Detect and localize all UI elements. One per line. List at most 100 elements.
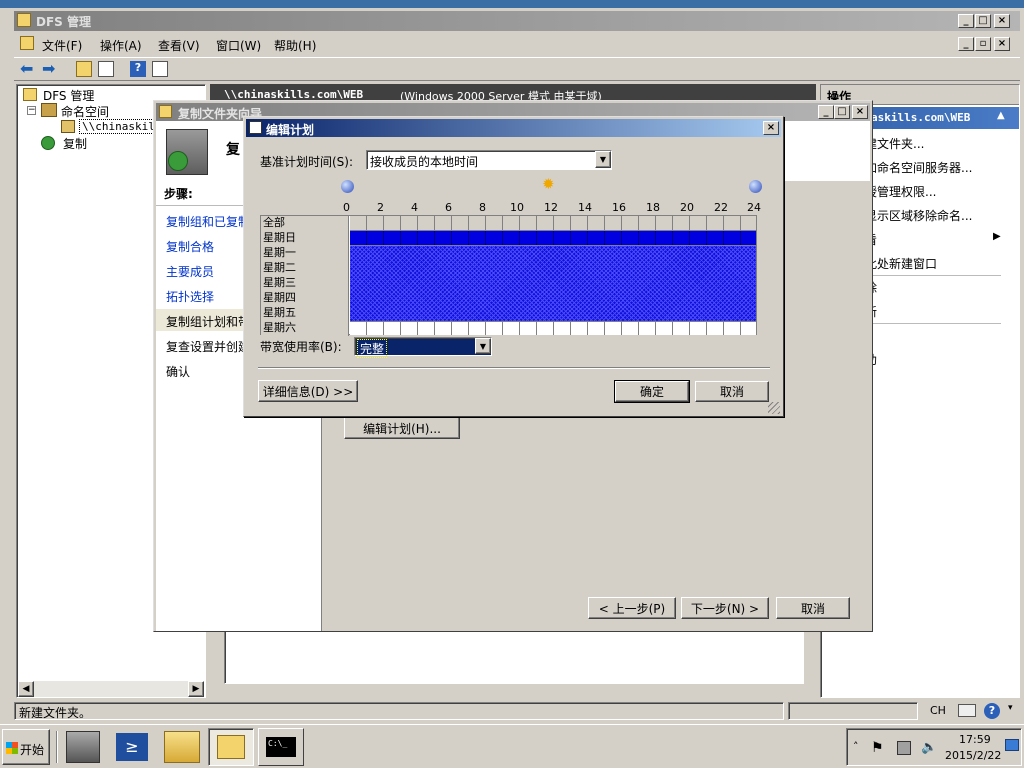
language-indicator[interactable]: CH [930,704,946,717]
wizard-cancel-button[interactable]: 取消 [776,597,850,619]
wizard-back-button[interactable]: < 上一步(P) [588,597,676,619]
end-moon-icon [749,180,762,193]
hour-labels: 0 2 4 6 8 10 12 14 16 18 20 22 24 [244,201,785,215]
hour-16: 16 [612,201,626,214]
ime-help-icon[interactable]: ? [984,703,1000,719]
child-minimize-button[interactable]: _ [958,37,974,51]
day-tuesday[interactable]: 星期二 [263,261,296,275]
resize-grip-icon[interactable] [768,402,780,414]
step-qualify[interactable]: 复制合格 [166,238,214,255]
tray-expand-icon[interactable]: ˄ [853,740,859,753]
collapse-toggle-icon[interactable]: − [27,106,36,115]
dfs-management-taskbar-button[interactable] [208,728,254,766]
schedule-close-button[interactable]: × [763,121,779,135]
step-replication-group[interactable]: 复制组和已复制 [166,213,250,230]
forward-arrow-icon[interactable]: ➡ [42,61,55,77]
powershell-icon[interactable]: ≥ [116,733,148,761]
action-remove-display[interactable]: 显示区域移除命名... [865,207,972,224]
schedule-ok-button[interactable]: 确定 [614,380,690,403]
day-sunday[interactable]: 星期日 [263,231,296,245]
network-icon[interactable] [897,741,911,755]
menu-window[interactable]: 窗口(W) [216,37,261,54]
schedule-grid[interactable]: 全部 星期日 星期一 星期二 星期三 星期四 星期五 星期六 [260,215,757,336]
hour-14: 14 [578,201,592,214]
details-button[interactable]: 详细信息(D) >> [258,380,358,402]
ime-bar: CH ? ▾ [920,700,1020,722]
dfs-taskbar-icon [217,735,245,759]
action-new-window[interactable]: 此处新建窗口 [865,255,937,272]
step-confirm: 确认 [166,365,191,379]
hour-8: 8 [479,201,486,214]
hour-10: 10 [510,201,524,214]
main-title-bar[interactable]: DFS 管理 _ □ × [14,11,1020,31]
collapse-section-icon[interactable]: ▲ [997,110,1005,121]
base-time-select[interactable]: 接收成员的本地时间 ▼ [366,150,612,170]
bandwidth-select[interactable]: 完整 ▼ [354,337,492,358]
actions-divider-1 [861,275,1001,276]
scroll-right-button[interactable]: ▶ [188,681,204,697]
help-icon[interactable]: ? [130,61,146,77]
wizard-icon [159,105,172,118]
wizard-maximize-button[interactable]: □ [834,105,850,119]
center-results-box [224,624,804,684]
volume-icon[interactable]: 🔈 [921,741,937,755]
day-wednesday[interactable]: 星期三 [263,276,296,290]
clock-date[interactable]: 2015/2/22 [945,749,1001,762]
step-primary-member[interactable]: 主要成员 [166,263,214,280]
server-manager-icon[interactable] [66,731,100,763]
hour-6: 6 [445,201,452,214]
grid-sunday-row[interactable] [350,231,756,246]
ime-options-icon[interactable]: ▾ [1008,703,1013,713]
clock-time[interactable]: 17:59 [959,733,991,746]
child-restore-button[interactable]: ▫ [975,37,991,51]
close-button[interactable]: × [994,14,1010,28]
wizard-next-button[interactable]: 下一步(N) > [681,597,769,619]
tree-horizontal-scrollbar[interactable]: ◀ ▶ [18,681,204,697]
child-close-button[interactable]: × [994,37,1010,51]
maximize-button[interactable]: □ [975,14,991,28]
tree-root[interactable]: DFS 管理 [43,87,94,104]
action-add-ns-server[interactable]: 加命名空间服务器... [865,159,972,176]
back-arrow-icon[interactable]: ⬅ [20,61,33,77]
action-center-flag-icon[interactable]: ⚑ [871,741,884,755]
properties-icon[interactable] [152,61,168,77]
wizard-close-button[interactable]: × [852,105,868,119]
hour-0: 0 [343,201,350,214]
explorer-icon[interactable] [164,731,200,763]
show-hide-tree-icon[interactable] [98,61,114,77]
cmd-taskbar-button[interactable]: C:\_ [258,728,304,766]
action-new-folder[interactable]: 建文件夹... [865,135,924,152]
day-saturday[interactable]: 星期六 [263,321,296,335]
keyboard-icon[interactable] [958,704,976,717]
scroll-left-button[interactable]: ◀ [18,681,34,697]
grid-weekday-rows[interactable] [350,246,756,321]
day-monday[interactable]: 星期一 [263,246,296,260]
start-button[interactable]: 开始 [2,729,50,765]
menu-view[interactable]: 查看(V) [158,37,200,54]
bandwidth-dropdown-icon[interactable]: ▼ [475,338,491,354]
schedule-dialog-icon [249,121,262,134]
tree-namespace-item[interactable]: \\chinaskill [79,119,165,134]
base-time-dropdown-icon[interactable]: ▼ [595,151,611,168]
schedule-title-bar[interactable]: 编辑计划 × [246,119,781,137]
tree-replication[interactable]: 复制 [63,135,87,152]
day-all[interactable]: 全部 [263,216,285,230]
step-topology[interactable]: 拓扑选择 [166,288,214,305]
day-thursday[interactable]: 星期四 [263,291,296,305]
status-main: 新建文件夹。 [14,702,784,720]
wizard-minimize-button[interactable]: _ [818,105,834,119]
menu-action[interactable]: 操作(A) [100,37,142,54]
menu-help[interactable]: 帮助(H) [274,37,316,54]
quicklaunch-divider [56,731,58,763]
tree-namespaces[interactable]: 命名空间 [61,103,109,120]
show-desktop-icon[interactable] [1005,739,1019,751]
minimize-button[interactable]: _ [958,14,974,28]
grid-saturday-row[interactable] [350,321,756,335]
edit-schedule-button[interactable]: 编辑计划(H)... [344,417,460,439]
day-friday[interactable]: 星期五 [263,306,296,320]
schedule-cancel-button[interactable]: 取消 [695,381,769,402]
up-folder-icon[interactable] [76,61,92,77]
grid-all-row[interactable] [350,216,756,231]
action-delegate[interactable]: 授管理权限... [865,183,936,200]
menu-file[interactable]: 文件(F) [42,37,82,54]
